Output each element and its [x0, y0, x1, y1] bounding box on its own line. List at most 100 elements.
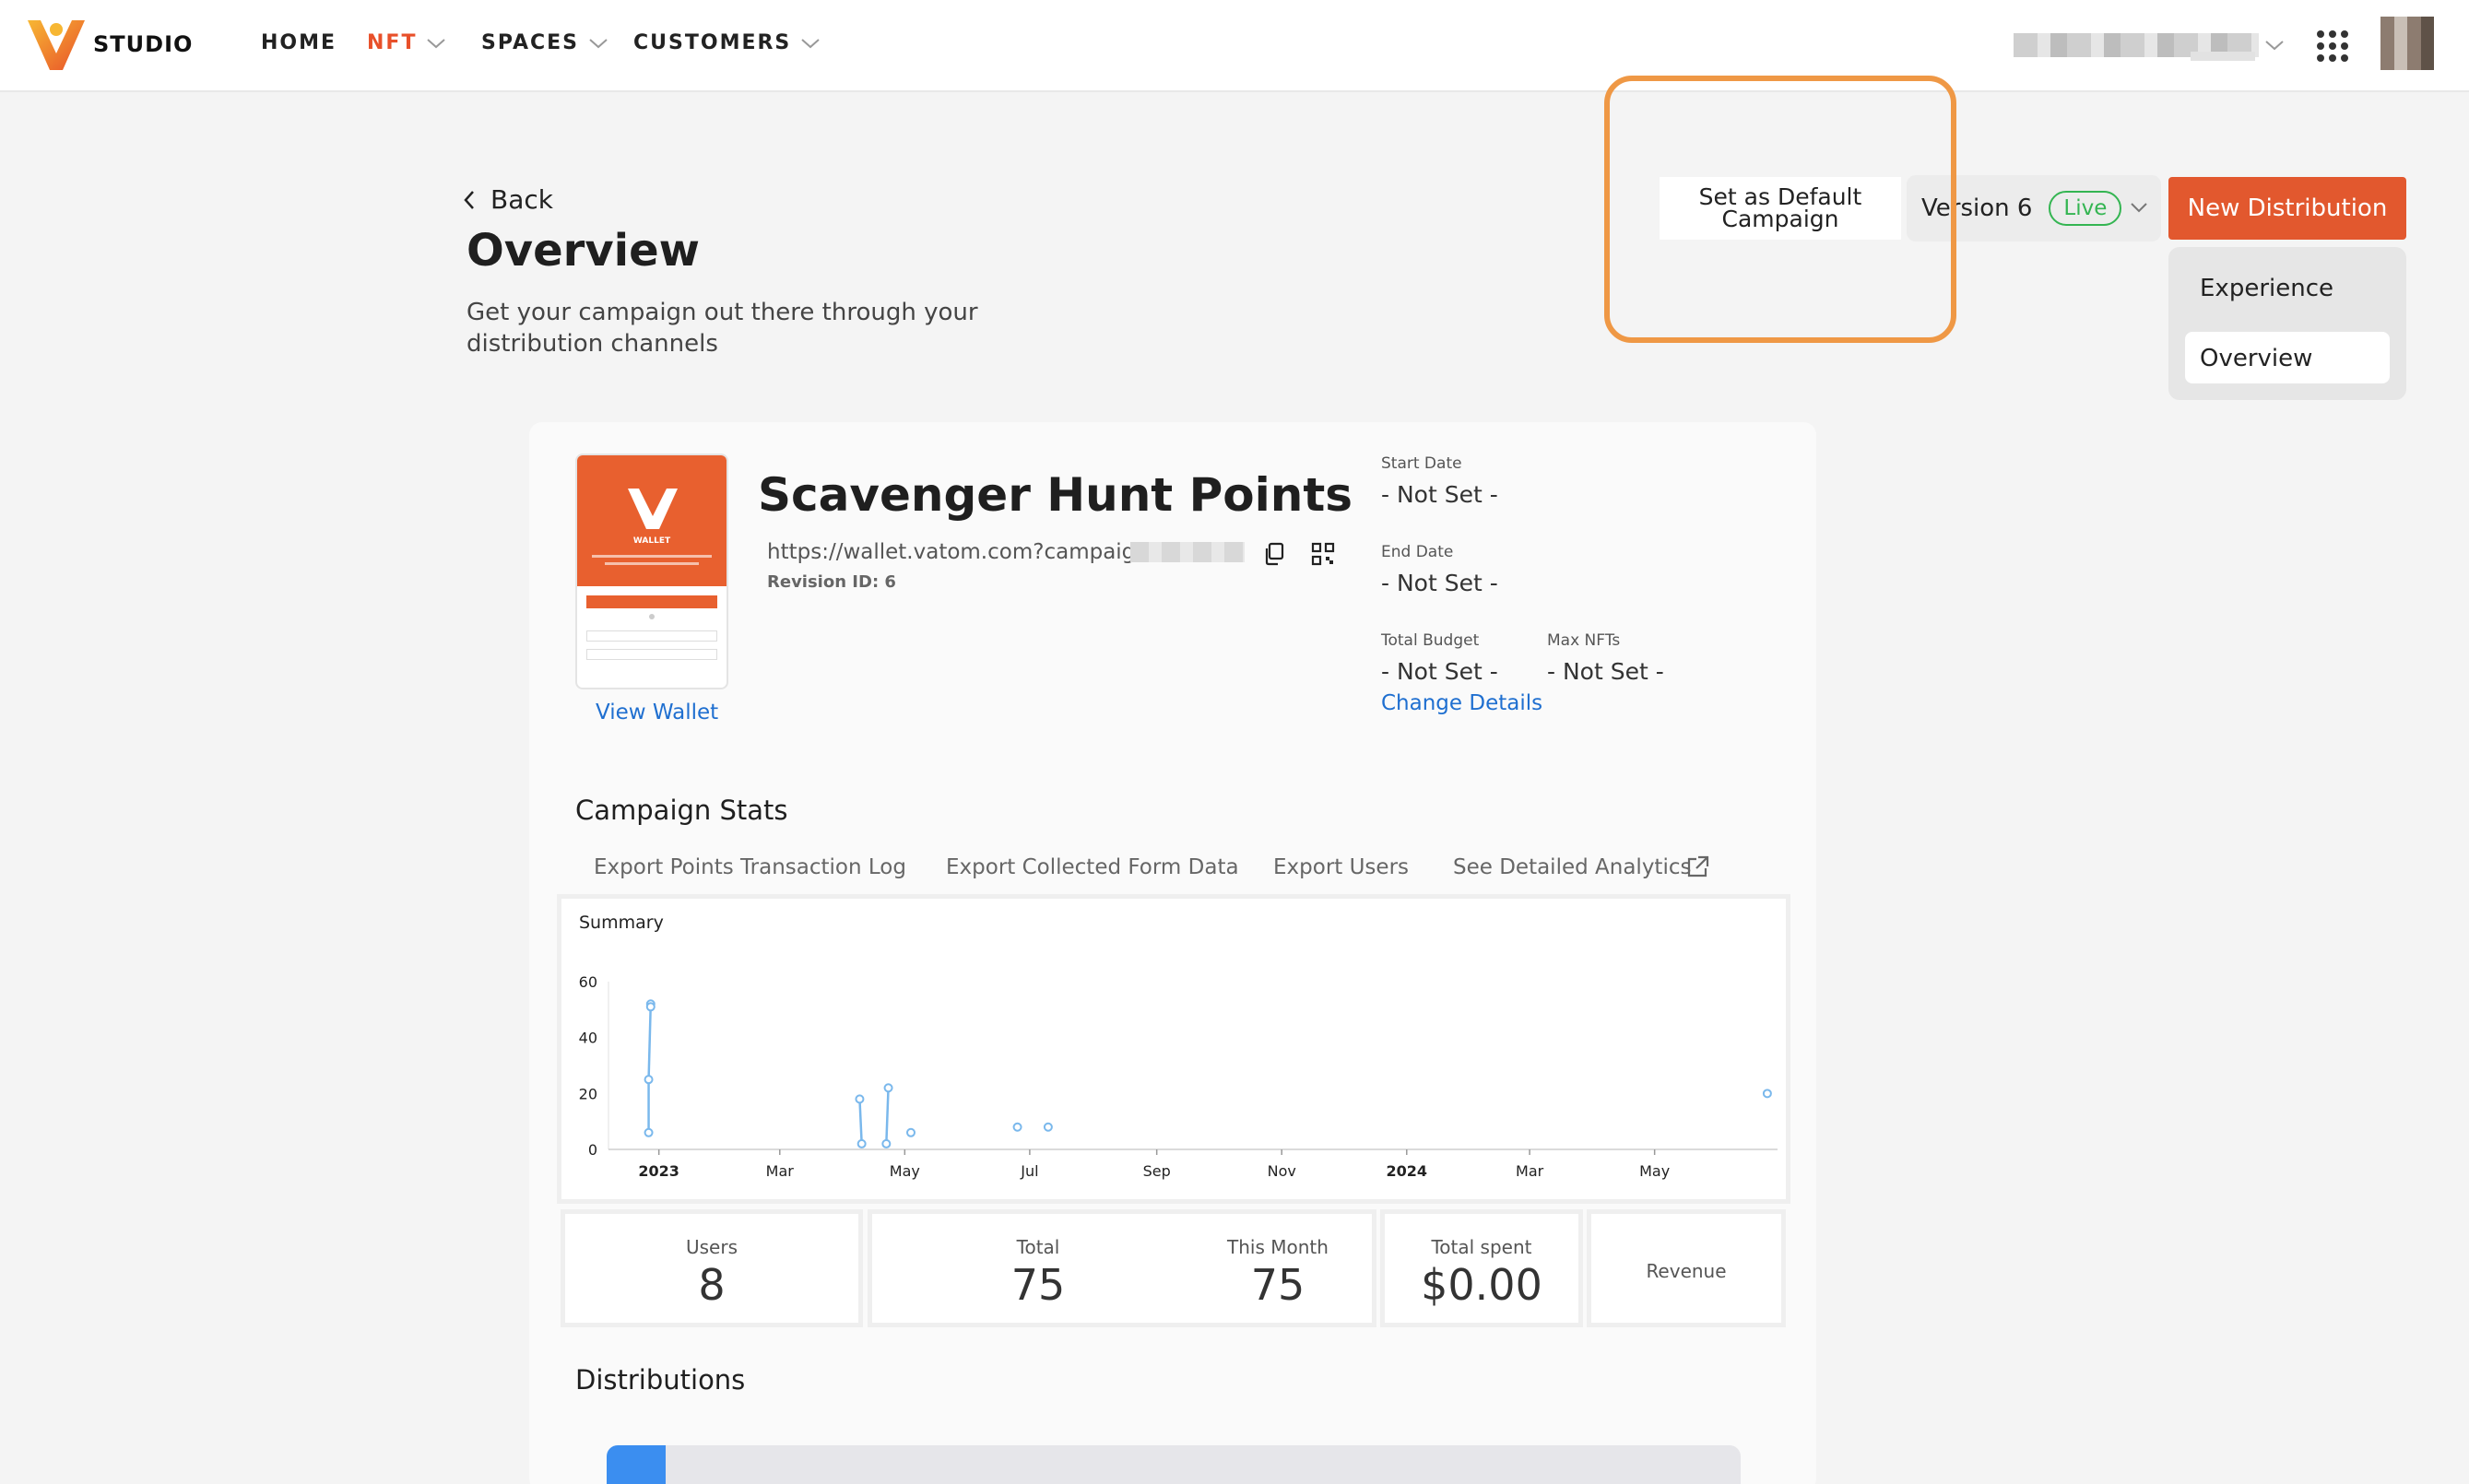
top-nav: STUDIO HOME NFT SPACES CUSTOMERS	[0, 0, 2469, 92]
total-value: 75	[1010, 1260, 1066, 1310]
menu-item-experience[interactable]: Experience	[2200, 275, 2333, 302]
users-value: 8	[698, 1260, 726, 1310]
users-stat: Users 8	[561, 1209, 863, 1327]
avatar[interactable]	[2380, 17, 2434, 70]
x-tick-label: Nov	[1268, 1162, 1296, 1180]
copy-icon[interactable]	[1263, 542, 1285, 566]
export-points-log-link[interactable]: Export Points Transaction Log	[594, 855, 906, 879]
end-date-value: - Not Set -	[1381, 570, 1498, 596]
set-default-campaign-label: Set as Default Campaign	[1698, 183, 1862, 232]
chevron-down-icon	[589, 38, 608, 48]
logo-text: STUDIO	[93, 31, 194, 57]
nav-home[interactable]: HOME	[261, 31, 337, 54]
y-tick-label: 40	[579, 1030, 597, 1047]
wallet-preview-header: WALLET	[577, 455, 727, 586]
total-budget-label: Total Budget	[1381, 631, 1480, 650]
x-tick-label: May	[1639, 1162, 1670, 1180]
set-default-campaign-button[interactable]: Set as Default Campaign	[1660, 177, 1901, 240]
apps-grid-icon[interactable]	[2317, 30, 2348, 62]
max-nfts-value: - Not Set -	[1547, 658, 1664, 685]
change-details-link[interactable]: Change Details	[1381, 691, 1542, 715]
view-wallet-link[interactable]: View Wallet	[596, 701, 718, 724]
this-month-label: This Month	[1227, 1236, 1329, 1258]
vatom-logo-icon[interactable]	[26, 17, 87, 74]
revenue-label: Revenue	[1646, 1260, 1727, 1282]
menu-item-overview[interactable]: Overview	[2185, 332, 2390, 383]
account-selector-sub	[2191, 52, 2255, 61]
chevron-down-icon	[801, 38, 820, 48]
series-line-segment	[858, 1099, 863, 1144]
data-point	[1762, 1089, 1772, 1099]
data-point	[1043, 1122, 1053, 1132]
y-tick-label: 20	[579, 1085, 597, 1102]
start-date-value: - Not Set -	[1381, 481, 1498, 508]
total-spent-value: $0.00	[1421, 1260, 1542, 1310]
y-tick-label: 0	[588, 1141, 597, 1159]
distribution-row[interactable]	[607, 1445, 1741, 1484]
nav-customers-label: CUSTOMERS	[633, 31, 792, 54]
total-spent-stat: Total spent $0.00	[1380, 1209, 1583, 1327]
wallet-preview-thumbnail[interactable]: WALLET	[575, 453, 728, 689]
campaign-url: https://wallet.vatom.com?campaign=	[767, 540, 1167, 564]
distributions-title: Distributions	[575, 1364, 746, 1396]
data-point	[1012, 1122, 1022, 1132]
export-users-link[interactable]: Export Users	[1273, 855, 1409, 879]
chevron-left-icon	[464, 190, 474, 209]
chevron-down-icon	[2131, 203, 2147, 213]
distribution-dropdown-menu: Experience Overview	[2168, 247, 2406, 400]
x-tick-label: Mar	[1516, 1162, 1544, 1180]
data-point	[644, 1127, 654, 1137]
live-badge: Live	[2049, 191, 2122, 226]
distribution-color-tab	[607, 1445, 666, 1484]
data-point	[883, 1083, 893, 1093]
nav-customers[interactable]: CUSTOMERS	[633, 31, 821, 54]
campaign-title: Scavenger Hunt Points	[758, 468, 1353, 522]
data-point	[644, 1075, 654, 1085]
campaign-stats-title: Campaign Stats	[575, 795, 788, 826]
qr-code-icon[interactable]	[1311, 542, 1335, 566]
x-tick-label: Sep	[1143, 1162, 1171, 1180]
version-selector[interactable]: Version 6 Live	[1907, 175, 2161, 241]
campaign-id-redacted	[1130, 542, 1245, 562]
new-distribution-button[interactable]: New Distribution	[2168, 177, 2406, 240]
export-form-data-link[interactable]: Export Collected Form Data	[946, 855, 1239, 879]
series-line-segment	[885, 1088, 890, 1144]
chevron-down-icon[interactable]	[2264, 39, 2285, 52]
x-tick-label: 2024	[1387, 1162, 1428, 1180]
page-subtitle: Get your campaign out there through your…	[467, 299, 978, 358]
nav-spaces[interactable]: SPACES	[481, 31, 608, 54]
x-tick-label: Mar	[766, 1162, 795, 1180]
chevron-down-icon	[427, 38, 446, 48]
data-point	[856, 1138, 867, 1148]
y-tick-label: 60	[579, 973, 597, 991]
total-stat: Total 75 This Month 75	[868, 1209, 1376, 1327]
users-label: Users	[685, 1236, 738, 1258]
total-budget-value: - Not Set -	[1381, 658, 1498, 685]
external-link-icon[interactable]	[1685, 855, 1709, 879]
page-title: Overview	[467, 225, 700, 277]
start-date-label: Start Date	[1381, 454, 1462, 473]
back-label: Back	[490, 184, 553, 215]
back-link[interactable]: Back	[463, 184, 553, 215]
detailed-analytics-link[interactable]: See Detailed Analytics	[1453, 855, 1691, 879]
summary-chart: 0 20 40 60 2023 Mar May Jul Sep Nov 2024 Mar May	[579, 973, 1778, 1180]
this-month-value: 75	[1250, 1260, 1305, 1310]
x-tick-label: Jul	[1020, 1162, 1038, 1180]
x-tick-label: May	[890, 1162, 920, 1180]
revenue-stat: Revenue	[1587, 1209, 1786, 1327]
data-point	[855, 1094, 865, 1104]
nav-home-label: HOME	[261, 31, 337, 54]
data-point	[906, 1127, 916, 1137]
wallet-preview-label: WALLET	[632, 536, 671, 546]
nav-nft[interactable]: NFT	[367, 31, 446, 54]
data-point	[645, 1002, 656, 1012]
nav-nft-label: NFT	[367, 31, 418, 54]
nav-spaces-label: SPACES	[481, 31, 579, 54]
vatom-logo-icon	[628, 489, 678, 529]
series-line-segment	[647, 1004, 653, 1080]
revision-id: Revision ID: 6	[767, 572, 896, 592]
total-spent-label: Total spent	[1431, 1236, 1532, 1258]
data-point	[881, 1138, 892, 1148]
x-tick-label: 2023	[638, 1162, 679, 1180]
max-nfts-label: Max NFTs	[1547, 631, 1621, 650]
